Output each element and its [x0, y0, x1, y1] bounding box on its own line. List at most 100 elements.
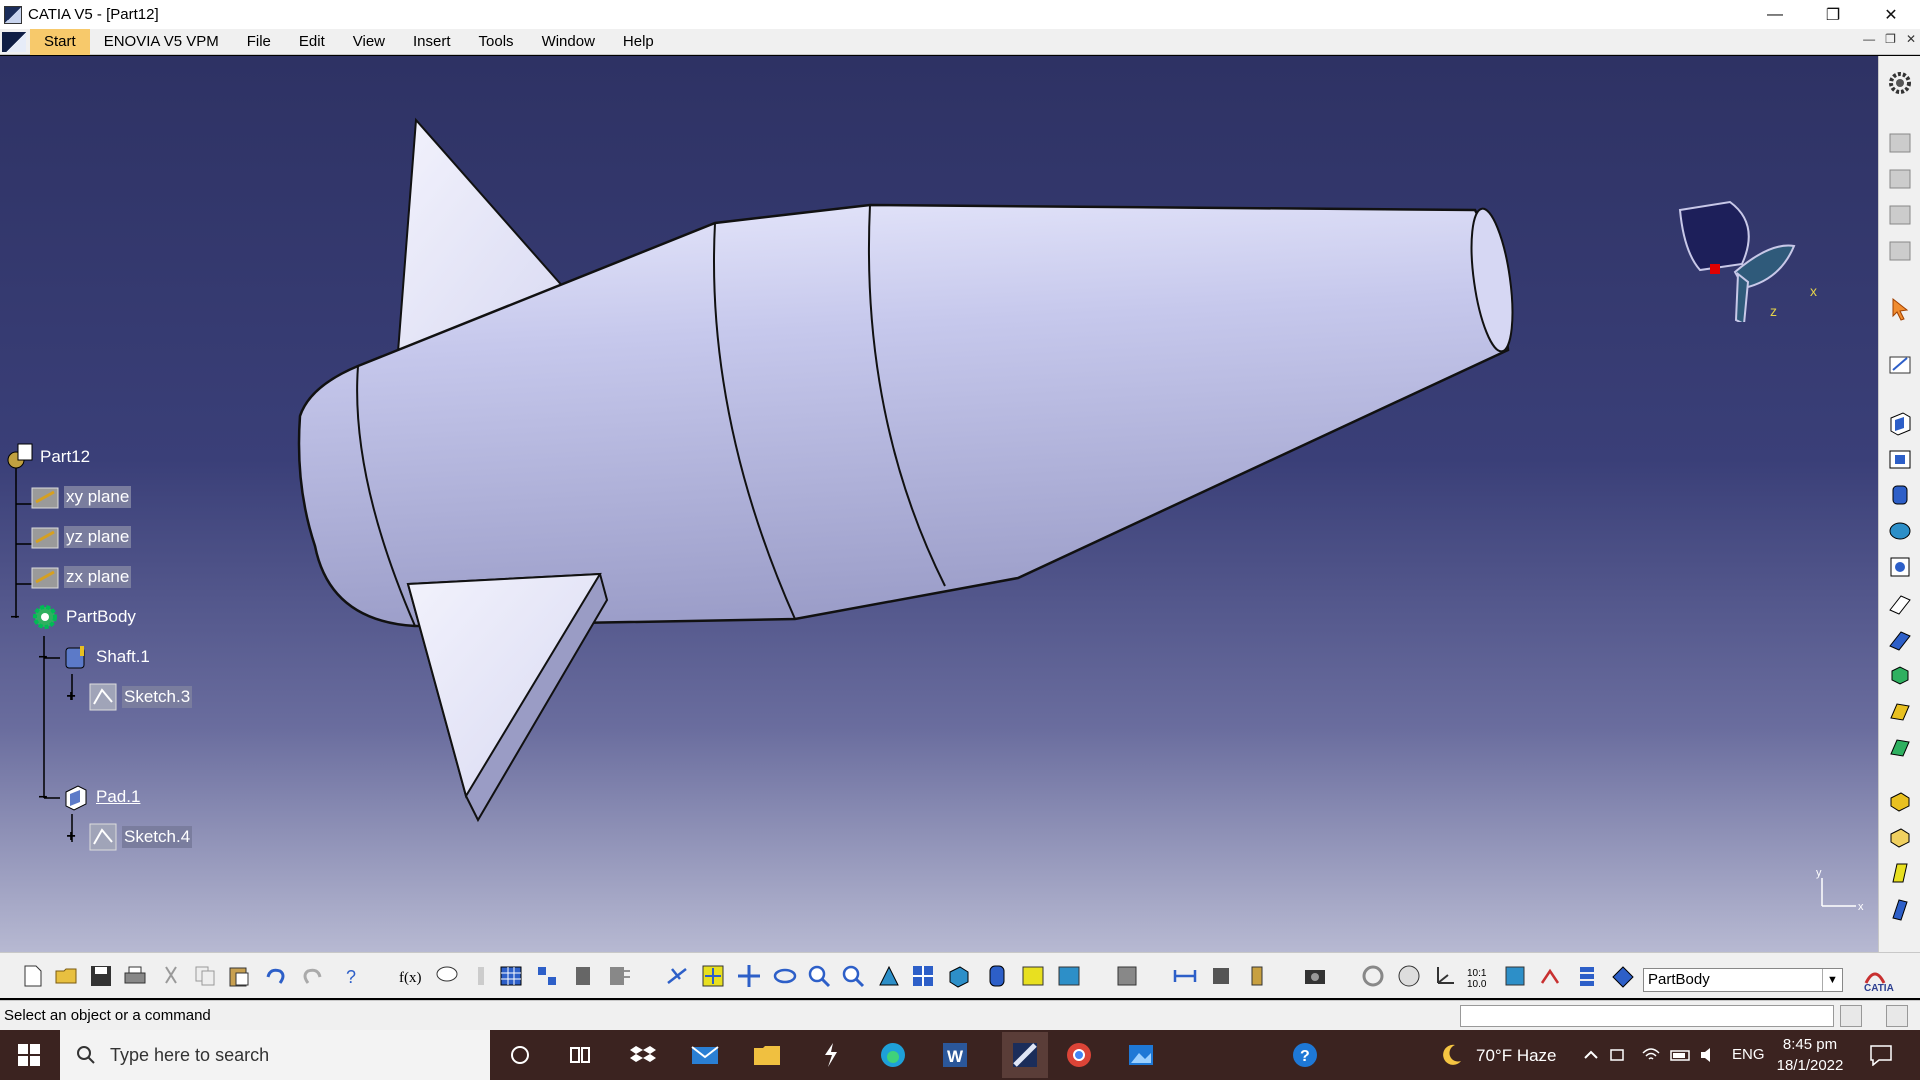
- exit-workbench-icon[interactable]: [1887, 238, 1913, 264]
- doc-close-icon[interactable]: ✕: [1906, 32, 1916, 46]
- command-help-icon[interactable]: [1886, 1005, 1908, 1027]
- app-s-icon[interactable]: [816, 1040, 846, 1070]
- table-icon[interactable]: [498, 963, 524, 989]
- rocket-model[interactable]: [0, 56, 1878, 952]
- pocket-tool-icon[interactable]: [1887, 446, 1913, 472]
- tree-item-sketch4[interactable]: Sketch.4: [88, 822, 193, 852]
- windows-start-icon[interactable]: [0, 1030, 58, 1080]
- word-icon[interactable]: W: [940, 1040, 970, 1070]
- swap-visible-space-icon[interactable]: [1056, 963, 1082, 989]
- measure-inertia-icon[interactable]: [1244, 963, 1270, 989]
- redo-icon[interactable]: [300, 963, 326, 989]
- partbody-collapse-icon[interactable]: –: [8, 609, 22, 625]
- sketch3-expand-icon[interactable]: +: [64, 689, 78, 705]
- pad-collapse-icon[interactable]: –: [36, 789, 50, 805]
- shaft-collapse-icon[interactable]: –: [36, 649, 50, 665]
- sketcher-icon[interactable]: [1887, 352, 1913, 378]
- taskbar-search[interactable]: Type here to search: [60, 1030, 490, 1080]
- grid-icon[interactable]: [1502, 963, 1528, 989]
- shell-icon[interactable]: [1887, 896, 1913, 922]
- photos-icon[interactable]: [1126, 1040, 1156, 1070]
- command-input[interactable]: [1460, 1005, 1834, 1027]
- shaft-tool-icon[interactable]: [1887, 482, 1913, 508]
- sketch-tool-icon[interactable]: [1887, 130, 1913, 156]
- doc-restore-icon[interactable]: ❐: [1885, 32, 1896, 46]
- stack-icon[interactable]: [1574, 963, 1600, 989]
- hole-tool-icon[interactable]: [1887, 554, 1913, 580]
- new-file-icon[interactable]: [20, 963, 46, 989]
- wifi-icon[interactable]: [1636, 1040, 1666, 1070]
- copy-icon[interactable]: [192, 963, 218, 989]
- groove-tool-icon[interactable]: [1887, 518, 1913, 544]
- zoom-in-icon[interactable]: [806, 963, 832, 989]
- measure-between-icon[interactable]: [1172, 963, 1198, 989]
- hide-show-icon[interactable]: [1020, 963, 1046, 989]
- menu-file[interactable]: File: [233, 29, 285, 55]
- solid-combine-icon[interactable]: [1887, 662, 1913, 688]
- measure-icon[interactable]: [570, 963, 596, 989]
- knowledge-icon[interactable]: [468, 963, 494, 989]
- rib-tool-icon[interactable]: [1887, 590, 1913, 616]
- battery-icon[interactable]: [1666, 1040, 1696, 1070]
- multi-view-icon[interactable]: [910, 963, 936, 989]
- cut-icon[interactable]: [158, 963, 184, 989]
- notifications-icon[interactable]: [1866, 1040, 1896, 1070]
- edge-browser-icon[interactable]: [878, 1040, 908, 1070]
- positioned-sketch-icon[interactable]: [1887, 202, 1913, 228]
- axis-system-icon[interactable]: [1432, 963, 1458, 989]
- dropbox-icon[interactable]: [628, 1040, 658, 1070]
- weather-text[interactable]: 70°F Haze: [1476, 1046, 1557, 1066]
- pan-icon[interactable]: [736, 963, 762, 989]
- paste-icon[interactable]: [226, 963, 252, 989]
- current-body-select[interactable]: PartBody ▼: [1643, 968, 1843, 992]
- units-icon[interactable]: 10:110.0: [1466, 963, 1492, 989]
- tree-root-part[interactable]: Part12: [4, 442, 92, 472]
- menu-help[interactable]: Help: [609, 29, 668, 55]
- removed-multi-section-icon[interactable]: [1887, 734, 1913, 760]
- settings-gear-icon[interactable]: [1887, 70, 1913, 96]
- isometric-view-icon[interactable]: [946, 963, 972, 989]
- whats-this-icon[interactable]: ?: [340, 963, 366, 989]
- catia-menu-logo-icon[interactable]: [2, 31, 26, 52]
- tree-item-xy-plane[interactable]: xy plane: [30, 482, 132, 512]
- multi-section-solid-icon[interactable]: [1887, 698, 1913, 724]
- taskbar-clock[interactable]: 8:45 pm 18/1/2022: [1770, 1034, 1850, 1076]
- mail-icon[interactable]: [690, 1040, 720, 1070]
- chamfer-icon[interactable]: [1887, 824, 1913, 850]
- tree-item-yz-plane[interactable]: yz plane: [30, 522, 132, 552]
- language-indicator[interactable]: ENG: [1732, 1046, 1765, 1063]
- open-folder-icon[interactable]: [54, 963, 80, 989]
- tree-item-pad[interactable]: Pad.1: [60, 782, 142, 812]
- fly-mode-icon[interactable]: [664, 963, 690, 989]
- minimize-icon[interactable]: —: [1746, 0, 1804, 29]
- comment-icon[interactable]: [434, 963, 460, 989]
- restore-icon[interactable]: ❐: [1804, 0, 1862, 29]
- tree-item-shaft[interactable]: Shaft.1: [60, 642, 152, 672]
- task-view-icon[interactable]: [565, 1040, 595, 1070]
- catalog-icon[interactable]: [534, 963, 560, 989]
- draft-icon[interactable]: [1887, 860, 1913, 886]
- fit-all-icon[interactable]: [700, 963, 726, 989]
- shading-icon[interactable]: [984, 963, 1010, 989]
- chevron-down-icon[interactable]: ▼: [1822, 969, 1842, 991]
- meet-now-icon[interactable]: [1604, 1040, 1634, 1070]
- edge-fillet-icon[interactable]: [1887, 788, 1913, 814]
- volume-icon[interactable]: [1694, 1040, 1724, 1070]
- snap-icon[interactable]: [1538, 963, 1564, 989]
- catia-taskbar-icon[interactable]: [1002, 1032, 1048, 1078]
- help-icon[interactable]: ?: [1290, 1040, 1320, 1070]
- sketch4-expand-icon[interactable]: +: [64, 829, 78, 845]
- capture-camera-icon[interactable]: [1302, 963, 1328, 989]
- tree-item-partbody[interactable]: PartBody: [30, 602, 138, 632]
- tray-chevron-up-icon[interactable]: [1576, 1040, 1606, 1070]
- menu-window[interactable]: Window: [528, 29, 609, 55]
- update-icon[interactable]: [1360, 963, 1386, 989]
- measure-item-icon[interactable]: [1208, 963, 1234, 989]
- menu-insert[interactable]: Insert: [399, 29, 465, 55]
- tools-palette-icon[interactable]: [1114, 963, 1140, 989]
- print-icon[interactable]: [122, 963, 148, 989]
- analysis-icon[interactable]: [606, 963, 632, 989]
- menu-enovia[interactable]: ENOVIA V5 VPM: [90, 29, 233, 55]
- command-option-icon[interactable]: [1840, 1005, 1862, 1027]
- select-arrow-icon[interactable]: [1887, 296, 1913, 322]
